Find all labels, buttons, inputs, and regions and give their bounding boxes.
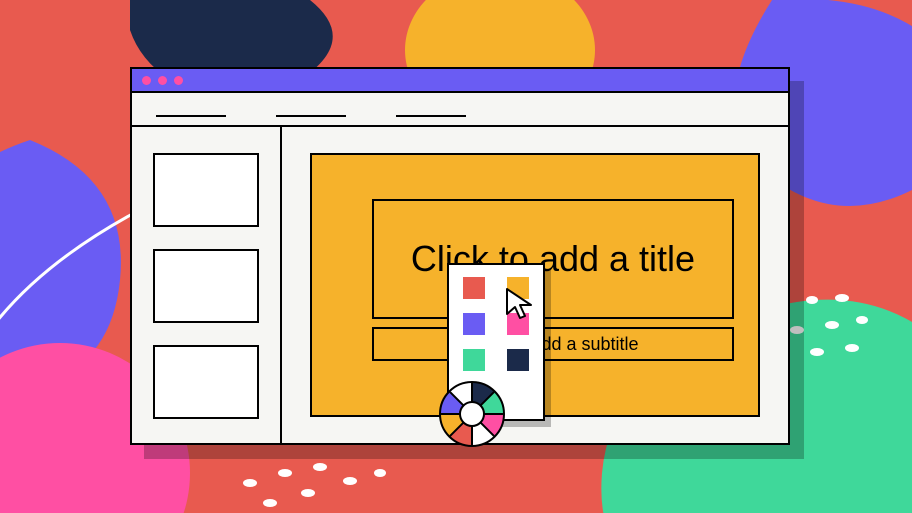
illustration-background: Click to add a title Click to add a subt… [0, 0, 912, 513]
color-swatch-red[interactable] [463, 277, 485, 299]
slide-thumbnail[interactable] [153, 153, 259, 227]
app-window: Click to add a title Click to add a subt… [130, 67, 790, 445]
slide-title-placeholder[interactable]: Click to add a title [372, 199, 734, 319]
slide-thumbnail[interactable] [153, 249, 259, 323]
slide-canvas-area: Click to add a title Click to add a subt… [282, 127, 788, 443]
menu-bar [132, 93, 788, 127]
slide-thumbnails-panel [132, 127, 282, 443]
window-control-dot[interactable] [174, 76, 183, 85]
slide-subtitle-placeholder[interactable]: Click to add a subtitle [372, 327, 734, 361]
window-control-dot[interactable] [142, 76, 151, 85]
window-control-dot[interactable] [158, 76, 167, 85]
menu-item[interactable] [396, 115, 466, 117]
app-body: Click to add a title Click to add a subt… [132, 127, 788, 443]
color-swatch-purple[interactable] [463, 313, 485, 335]
menu-item[interactable] [156, 115, 226, 117]
slide-thumbnail[interactable] [153, 345, 259, 419]
window-titlebar[interactable] [132, 69, 788, 93]
color-swatch-navy[interactable] [507, 349, 529, 371]
color-swatch-green[interactable] [463, 349, 485, 371]
color-wheel-button[interactable] [439, 381, 505, 447]
decorative-dots-bottom [230, 443, 400, 513]
menu-item[interactable] [276, 115, 346, 117]
cursor-icon [504, 286, 540, 322]
